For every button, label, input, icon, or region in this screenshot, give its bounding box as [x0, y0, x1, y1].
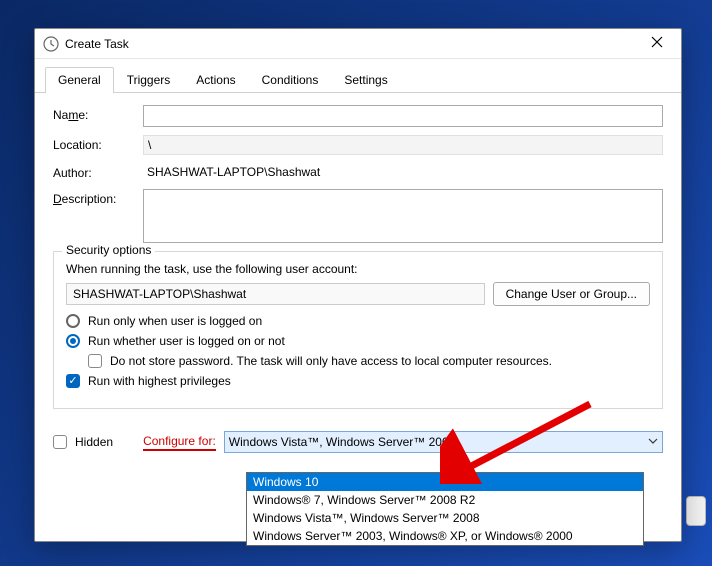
tab-conditions[interactable]: Conditions — [249, 67, 332, 92]
chevron-down-icon — [648, 435, 658, 449]
name-label: Name: — [53, 105, 143, 122]
author-label: Author: — [53, 163, 143, 180]
tab-general[interactable]: General — [45, 67, 114, 92]
security-prompt: When running the task, use the following… — [66, 262, 650, 276]
close-button[interactable] — [641, 36, 673, 51]
checkbox-label: Do not store password. The task will onl… — [110, 354, 552, 368]
dropdown-item[interactable]: Windows 10 — [247, 473, 643, 491]
configure-for-combo[interactable]: Windows Vista™, Windows Server™ 2008 — [224, 431, 663, 453]
tab-triggers[interactable]: Triggers — [114, 67, 184, 92]
author-value: SHASHWAT-LAPTOP\Shashwat — [143, 163, 663, 181]
titlebar: Create Task — [35, 29, 681, 59]
close-icon — [651, 36, 663, 48]
window-title: Create Task — [65, 37, 641, 51]
radio-run-logged-on[interactable]: Run only when user is logged on — [66, 314, 650, 328]
configure-for-dropdown: Windows 10 Windows® 7, Windows Server™ 2… — [246, 472, 644, 546]
create-task-dialog: Create Task General Triggers Actions Con… — [34, 28, 682, 542]
tab-settings[interactable]: Settings — [331, 67, 400, 92]
radio-run-logged-or-not[interactable]: Run whether user is logged on or not — [66, 334, 650, 348]
background-window-edge — [686, 496, 706, 526]
security-legend: Security options — [62, 243, 155, 257]
dropdown-item[interactable]: Windows Vista™, Windows Server™ 2008 — [247, 509, 643, 527]
location-label: Location: — [53, 135, 143, 152]
checkbox-icon — [53, 435, 67, 449]
checkbox-hidden[interactable]: Hidden — [53, 435, 113, 449]
checkbox-no-store-password[interactable]: Do not store password. The task will onl… — [88, 354, 650, 368]
checkbox-icon — [88, 354, 102, 368]
description-input[interactable] — [143, 189, 663, 243]
checkbox-label: Hidden — [75, 435, 113, 449]
security-options-group: Security options When running the task, … — [53, 251, 663, 409]
radio-label: Run whether user is logged on or not — [88, 334, 285, 348]
security-account: SHASHWAT-LAPTOP\Shashwat — [66, 283, 485, 305]
radio-icon — [66, 334, 80, 348]
configure-for-label: Configure for: — [143, 434, 216, 451]
radio-label: Run only when user is logged on — [88, 314, 262, 328]
tab-actions[interactable]: Actions — [183, 67, 248, 92]
location-value: \ — [143, 135, 663, 155]
name-input[interactable] — [143, 105, 663, 127]
checkbox-highest-privileges[interactable]: ✓ Run with highest privileges — [66, 374, 650, 388]
dropdown-item[interactable]: Windows Server™ 2003, Windows® XP, or Wi… — [247, 527, 643, 545]
dropdown-item[interactable]: Windows® 7, Windows Server™ 2008 R2 — [247, 491, 643, 509]
checkbox-icon: ✓ — [66, 374, 80, 388]
tab-bar: General Triggers Actions Conditions Sett… — [35, 59, 681, 93]
description-label: Description: — [53, 189, 143, 206]
combo-value: Windows Vista™, Windows Server™ 2008 — [229, 435, 456, 449]
tab-content: Name: Location: \ Author: SHASHWAT-LAPTO… — [35, 93, 681, 421]
task-scheduler-icon — [43, 36, 59, 52]
footer-row: Hidden Configure for: Windows Vista™, Wi… — [35, 421, 681, 463]
change-user-button[interactable]: Change User or Group... — [493, 282, 650, 306]
checkbox-label: Run with highest privileges — [88, 374, 231, 388]
radio-icon — [66, 314, 80, 328]
